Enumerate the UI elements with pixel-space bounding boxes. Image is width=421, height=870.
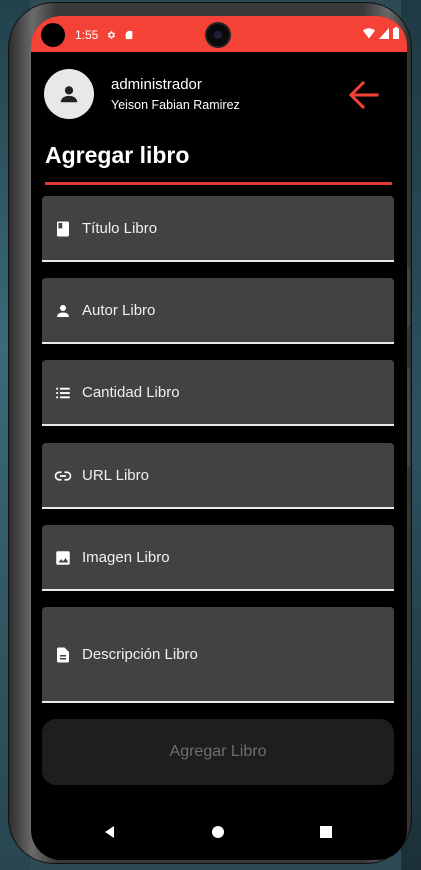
link-icon [54, 471, 72, 481]
image-field-label: Imagen Libro [82, 549, 170, 566]
app-screen: 1:55 administrador Yeison Fabian Ramirez [31, 16, 407, 860]
home-circle-icon[interactable] [208, 822, 228, 842]
title-field[interactable]: Título Libro [42, 196, 394, 262]
avatar [44, 69, 94, 119]
user-role: administrador [111, 76, 202, 93]
camera-icon [207, 24, 229, 46]
person-icon [57, 305, 69, 317]
list-icon [56, 387, 70, 399]
wifi-icon [363, 27, 375, 38]
settings-icon [108, 31, 116, 39]
status-bar: 1:55 [31, 16, 407, 52]
phone-frame: 1:55 administrador Yeison Fabian Ramirez [8, 2, 412, 864]
title-field-label: Título Libro [82, 220, 158, 237]
battery-icon [393, 27, 399, 39]
person-icon [60, 86, 78, 103]
quantity-field-label: Cantidad Libro [82, 384, 180, 401]
page-title: Agregar libro [45, 142, 190, 168]
book-icon [57, 221, 69, 237]
add-book-button[interactable]: Agregar Libro [42, 719, 394, 785]
title-divider [45, 182, 392, 185]
back-button[interactable] [347, 78, 381, 112]
description-field-label: Descripción Libro [82, 646, 198, 663]
author-field-label: Autor Libro [82, 302, 156, 319]
back-triangle-icon[interactable] [100, 822, 120, 842]
image-icon [56, 551, 70, 565]
signal-icon [379, 27, 389, 39]
front-camera-cutout [41, 23, 65, 47]
url-field[interactable]: URL Libro [42, 443, 394, 509]
quantity-field[interactable]: Cantidad Libro [42, 360, 394, 426]
user-header: administrador Yeison Fabian Ramirez [31, 52, 407, 132]
arrow-left-icon [348, 80, 379, 110]
user-name: Yeison Fabian Ramirez [111, 98, 240, 112]
status-time: 1:55 [75, 28, 99, 42]
status-right [363, 27, 399, 39]
url-field-label: URL Libro [82, 467, 149, 484]
image-field[interactable]: Imagen Libro [42, 525, 394, 591]
description-icon [57, 647, 69, 663]
recents-square-icon[interactable] [316, 822, 336, 842]
description-field[interactable]: Descripción Libro [42, 607, 394, 703]
sim-card-icon [126, 30, 133, 40]
status-left: 1:55 [41, 23, 134, 47]
author-field[interactable]: Autor Libro [42, 278, 394, 344]
system-nav-bar [31, 806, 407, 860]
